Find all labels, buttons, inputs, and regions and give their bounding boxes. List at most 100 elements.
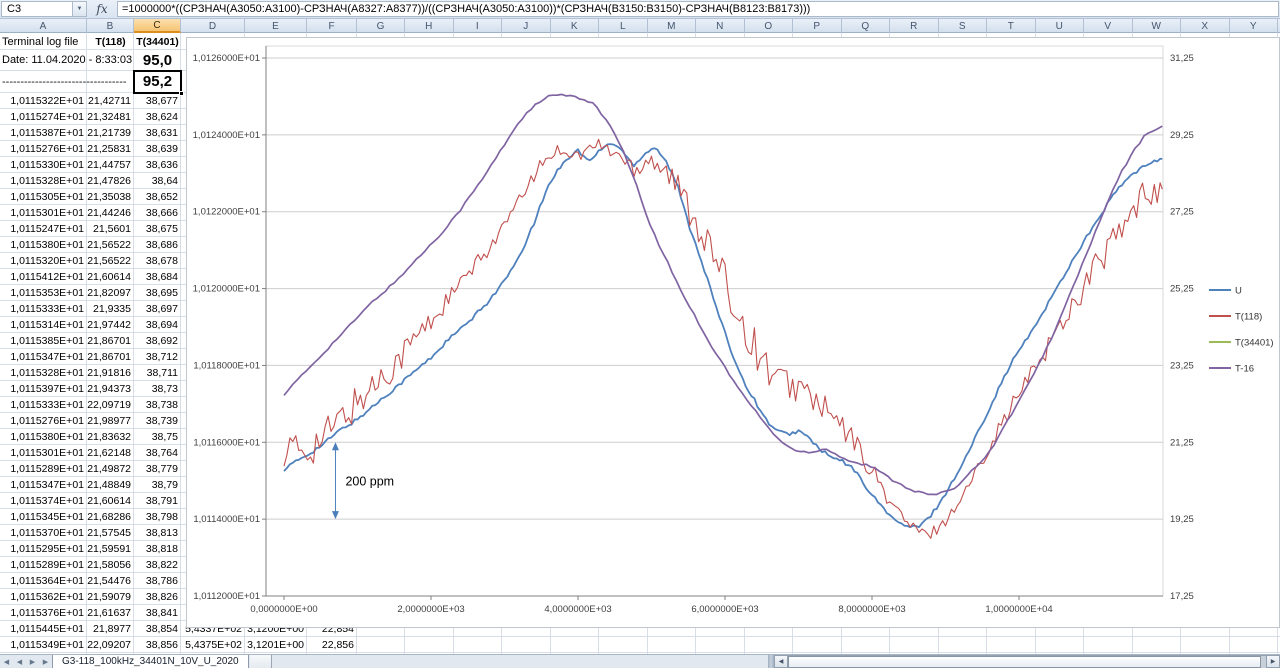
- sheet-cell[interactable]: 1,0115385E+01: [0, 333, 87, 349]
- sheet-cell[interactable]: 38,631: [134, 125, 181, 141]
- column-header-K[interactable]: K: [551, 19, 599, 33]
- sheet-cell[interactable]: 3,1201E+00: [245, 637, 307, 653]
- sheet-cell[interactable]: 1,0115247E+01: [0, 221, 87, 237]
- sheet-cell[interactable]: 21,57545: [87, 525, 134, 541]
- column-header-N[interactable]: N: [696, 19, 745, 33]
- cell-date[interactable]: Date: 11.04.2020 - 8:33:03: [2, 50, 133, 71]
- sheet-cell[interactable]: 21,9335: [87, 301, 134, 317]
- cell-terminal-log-file[interactable]: Terminal log file: [2, 34, 86, 50]
- sheet-cell[interactable]: 38,64: [134, 173, 181, 189]
- column-header-H[interactable]: H: [405, 19, 454, 33]
- sheet-cell[interactable]: 1,0115353E+01: [0, 285, 87, 301]
- sheet-cell[interactable]: 1,0115345E+01: [0, 509, 87, 525]
- column-header-E[interactable]: E: [245, 19, 307, 33]
- cell-t34401-header[interactable]: T(34401): [134, 34, 181, 50]
- column-header-F[interactable]: F: [307, 19, 357, 33]
- column-header-X[interactable]: X: [1181, 19, 1230, 33]
- sheet-cell[interactable]: 1,0115322E+01: [0, 93, 87, 109]
- sheet-cell[interactable]: 5,4375E+02: [181, 637, 245, 653]
- sheet-cell[interactable]: 38,694: [134, 317, 181, 333]
- sheet-cell[interactable]: 1,0115276E+01: [0, 413, 87, 429]
- column-header-J[interactable]: J: [502, 19, 551, 33]
- sheet-cell[interactable]: 1,0115289E+01: [0, 461, 87, 477]
- sheet-cell[interactable]: 21,91816: [87, 365, 134, 381]
- sheet-cell[interactable]: 21,42711: [87, 93, 134, 109]
- sheet-cell[interactable]: 1,0115320E+01: [0, 253, 87, 269]
- sheet-cell[interactable]: 38,695: [134, 285, 181, 301]
- sheet-cell[interactable]: 21,8977: [87, 621, 134, 637]
- sheet-cell[interactable]: 21,83632: [87, 429, 134, 445]
- sheet-cell[interactable]: 38,684: [134, 269, 181, 285]
- sheet-cell[interactable]: 21,56522: [87, 237, 134, 253]
- sheet-cell[interactable]: 38,677: [134, 93, 181, 109]
- sheet-cell[interactable]: 38,738: [134, 397, 181, 413]
- sheet-cell[interactable]: 21,25831: [87, 141, 134, 157]
- sheet-cell[interactable]: 21,5601: [87, 221, 134, 237]
- sheet-cell[interactable]: 21,35038: [87, 189, 134, 205]
- sheet-cell[interactable]: 38,639: [134, 141, 181, 157]
- sheet-cell[interactable]: 21,98977: [87, 413, 134, 429]
- fill-handle[interactable]: [179, 91, 184, 96]
- tab-nav-next-icon[interactable]: ▶: [26, 655, 39, 668]
- sheet-cell[interactable]: 21,61637: [87, 605, 134, 621]
- tab-nav-last-icon[interactable]: ▶: [39, 655, 52, 668]
- sheet-cell[interactable]: 21,56522: [87, 253, 134, 269]
- column-header-B[interactable]: B: [87, 19, 134, 33]
- column-header-Y[interactable]: Y: [1230, 19, 1278, 33]
- column-header-Q[interactable]: Q: [842, 19, 890, 33]
- hscroll-left-icon[interactable]: ◀: [774, 655, 788, 668]
- sheet-cell[interactable]: 1,0115314E+01: [0, 317, 87, 333]
- sheet-cell[interactable]: 1,0115333E+01: [0, 301, 87, 317]
- sheet-cell[interactable]: 1,0115333E+01: [0, 397, 87, 413]
- sheet-cell[interactable]: 1,0115347E+01: [0, 477, 87, 493]
- sheet-cell[interactable]: 38,666: [134, 205, 181, 221]
- column-header-I[interactable]: I: [454, 19, 502, 33]
- sheet-cell[interactable]: 21,44757: [87, 157, 134, 173]
- sheet-cell[interactable]: 38,675: [134, 221, 181, 237]
- sheet-cell[interactable]: 21,59591: [87, 541, 134, 557]
- chart-legend[interactable]: U T(118) T(34401) T-16: [1209, 286, 1274, 375]
- column-header-D[interactable]: D: [181, 19, 245, 33]
- sheet-cell[interactable]: 21,68286: [87, 509, 134, 525]
- sheet-cell[interactable]: 21,48849: [87, 477, 134, 493]
- sheet-cell[interactable]: 1,0115347E+01: [0, 349, 87, 365]
- tab-nav-prev-icon[interactable]: ◀: [13, 655, 26, 668]
- column-header-P[interactable]: P: [793, 19, 842, 33]
- sheet-cell[interactable]: 1,0115289E+01: [0, 557, 87, 573]
- name-box[interactable]: C3: [1, 1, 73, 17]
- sheet-cell[interactable]: 21,58056: [87, 557, 134, 573]
- sheet-cell[interactable]: 1,0115301E+01: [0, 205, 87, 221]
- sheet-cell[interactable]: 1,0115380E+01: [0, 429, 87, 445]
- cell-t118-header[interactable]: T(118): [87, 34, 134, 50]
- sheet-tab-active[interactable]: G3-118_100kHz_34401N_10V_U_2020: [52, 655, 249, 668]
- column-header-O[interactable]: O: [745, 19, 793, 33]
- sheet-cell[interactable]: 1,0115362E+01: [0, 589, 87, 605]
- hscroll-right-icon[interactable]: ▶: [1266, 655, 1280, 668]
- tab-nav-first-icon[interactable]: ◀: [0, 655, 13, 668]
- sheet-cell[interactable]: 1,0115387E+01: [0, 125, 87, 141]
- sheet-cell[interactable]: 21,60614: [87, 493, 134, 509]
- column-header-G[interactable]: G: [357, 19, 405, 33]
- column-header-T[interactable]: T: [987, 19, 1036, 33]
- sheet-cell[interactable]: 1,0115445E+01: [0, 621, 87, 637]
- sheet-cell[interactable]: 1,0115295E+01: [0, 541, 87, 557]
- sheet-cell[interactable]: 38,697: [134, 301, 181, 317]
- sheet-cell[interactable]: 38,822: [134, 557, 181, 573]
- sheet-cell[interactable]: 1,0115301E+01: [0, 445, 87, 461]
- sheet-cell[interactable]: 38,854: [134, 621, 181, 637]
- sheet-cell[interactable]: 38,798: [134, 509, 181, 525]
- sheet-cell[interactable]: 1,0115376E+01: [0, 605, 87, 621]
- sheet-cell[interactable]: 22,09719: [87, 397, 134, 413]
- sheet-cell[interactable]: 38,739: [134, 413, 181, 429]
- sheet-cell[interactable]: 38,841: [134, 605, 181, 621]
- formula-input[interactable]: =1000000*((СРЗНАЧ(A3050:A3100)-СРЗНАЧ(A8…: [117, 1, 1279, 17]
- hscroll-track[interactable]: [788, 655, 1266, 668]
- sheet-cell[interactable]: 38,686: [134, 237, 181, 253]
- sheet-cell[interactable]: 1,0115397E+01: [0, 381, 87, 397]
- sheet-cell[interactable]: 1,0115349E+01: [0, 637, 87, 653]
- sheet-cell[interactable]: 21,54476: [87, 573, 134, 589]
- column-header-U[interactable]: U: [1036, 19, 1084, 33]
- sheet-cell[interactable]: 21,44246: [87, 205, 134, 221]
- sheet-cell[interactable]: 38,636: [134, 157, 181, 173]
- column-header-L[interactable]: L: [599, 19, 648, 33]
